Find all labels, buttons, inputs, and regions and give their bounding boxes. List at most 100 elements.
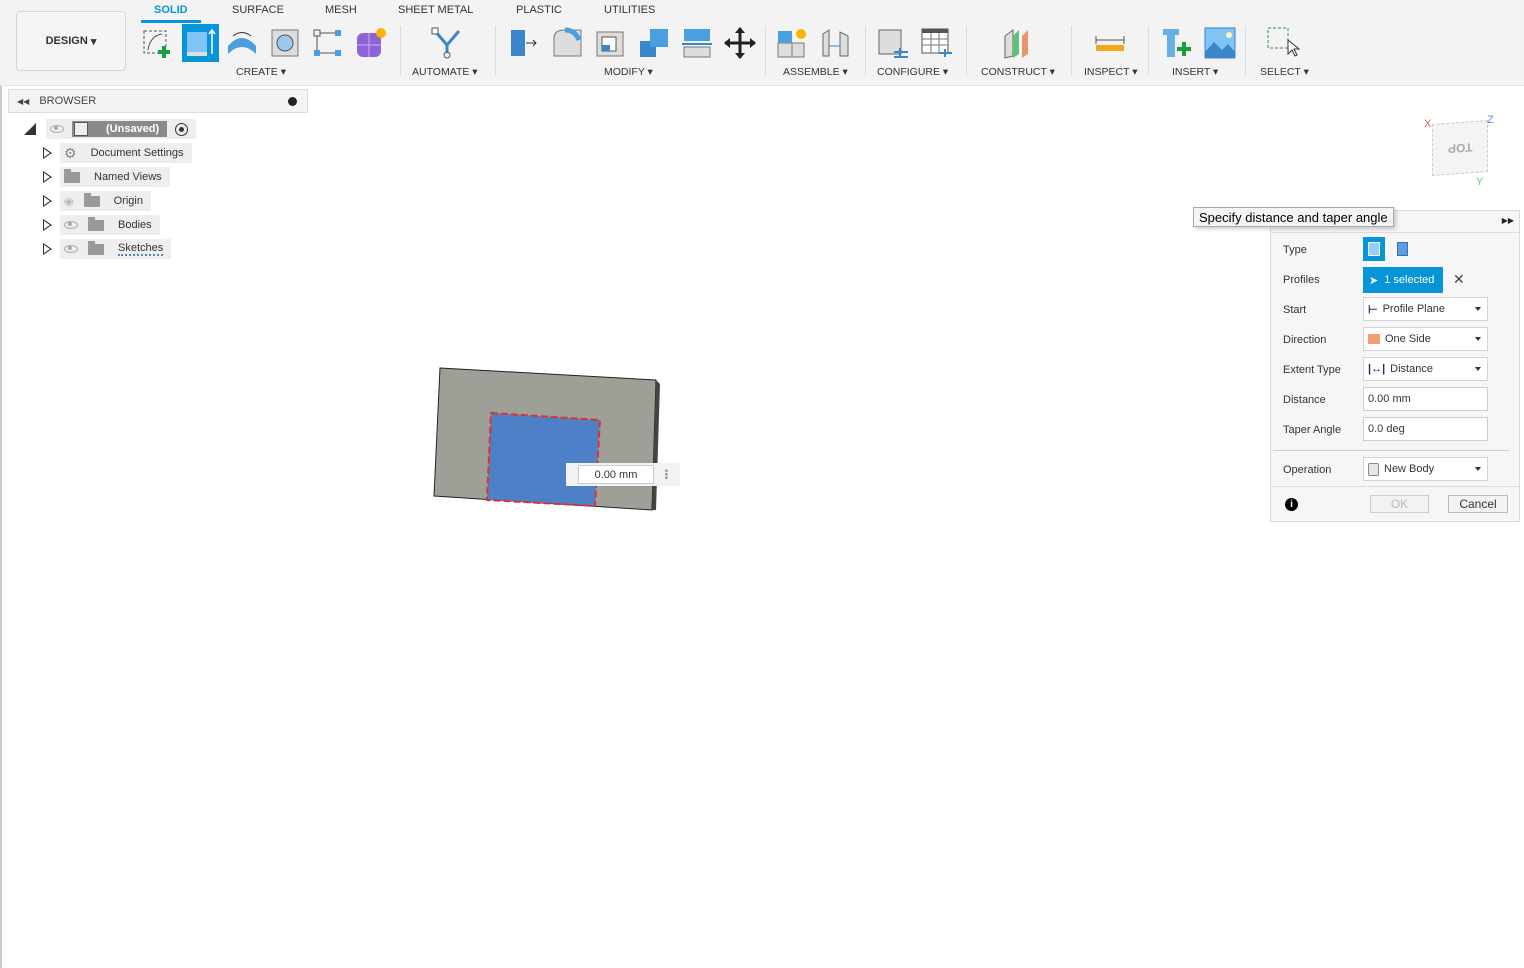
profiles-selection-button[interactable]: ➤ 1 selected — [1363, 267, 1443, 293]
tab-surface[interactable]: SURFACE — [232, 4, 284, 16]
split-body-icon[interactable] — [680, 26, 714, 60]
expand-triangle-icon[interactable] — [43, 243, 52, 255]
tree-item-named-views[interactable]: Named Views — [43, 167, 170, 187]
fillet-icon[interactable] — [551, 26, 585, 60]
expand-dialog-icon[interactable]: ▶▶ — [1502, 216, 1514, 225]
divider — [865, 26, 866, 76]
info-icon[interactable]: i — [1285, 498, 1298, 511]
create-form-icon[interactable] — [354, 26, 388, 60]
profile-plane-icon: ⊢ — [1368, 303, 1378, 316]
ok-button[interactable]: OK — [1370, 495, 1429, 513]
move-icon[interactable] — [723, 26, 757, 60]
extrude-button[interactable] — [182, 24, 219, 62]
configure-icon[interactable] — [876, 26, 910, 60]
collapse-triangle-icon[interactable] — [24, 123, 36, 135]
expand-triangle-icon[interactable] — [43, 171, 52, 183]
distance-manipulator-input[interactable]: 0.00 mm — [578, 465, 654, 484]
distance-extent-icon: |↔| — [1368, 363, 1386, 375]
tab-plastic[interactable]: PLASTIC — [516, 4, 562, 16]
chevron-down-icon — [1475, 337, 1481, 341]
start-dropdown[interactable]: ⊢ Profile Plane — [1363, 297, 1488, 321]
left-edge-border — [0, 86, 2, 968]
tree-root[interactable]: (Unsaved) — [24, 119, 197, 139]
cancel-button[interactable]: Cancel — [1448, 495, 1508, 513]
insert-menu[interactable]: INSERT ▾ — [1172, 66, 1218, 78]
automate-menu[interactable]: AUTOMATE ▾ — [412, 66, 478, 78]
extrude-icon — [187, 28, 216, 56]
browser-header: ◀◀ BROWSER — [8, 89, 308, 113]
visibility-eye-icon[interactable] — [64, 245, 78, 253]
expand-triangle-icon[interactable] — [43, 219, 52, 231]
chevron-down-icon — [1475, 467, 1481, 471]
tab-mesh[interactable]: MESH — [325, 4, 357, 16]
tree-item-origin[interactable]: ◉ Origin — [43, 191, 151, 211]
configure-menu[interactable]: CONFIGURE ▾ — [877, 66, 948, 78]
cursor-icon: ➤ — [1369, 274, 1379, 287]
component-icon — [74, 122, 88, 136]
extent-type-dropdown[interactable]: |↔| Distance — [1363, 357, 1488, 381]
divider — [765, 26, 766, 76]
model-body[interactable] — [430, 364, 670, 514]
type-solid-button[interactable] — [1363, 237, 1385, 261]
distance-input[interactable]: 0.00 mm — [1363, 387, 1488, 411]
visibility-eye-icon[interactable] — [64, 221, 78, 229]
pattern-icon[interactable] — [311, 26, 345, 60]
tree-item-bodies[interactable]: Bodies — [43, 215, 160, 235]
tab-sheet-metal[interactable]: SHEET METAL — [398, 4, 473, 16]
inspect-menu[interactable]: INSPECT ▾ — [1084, 66, 1138, 78]
taper-angle-input[interactable]: 0.0 deg — [1363, 417, 1488, 441]
clear-selection-icon[interactable]: ✕ — [1453, 271, 1465, 288]
shell-icon[interactable] — [594, 26, 628, 60]
select-icon[interactable] — [1266, 26, 1300, 60]
tooltip: Specify distance and taper angle — [1193, 207, 1394, 227]
joint-icon[interactable] — [818, 26, 852, 60]
insert-mcmaster-icon[interactable] — [1160, 26, 1194, 60]
divider — [1273, 450, 1509, 451]
modify-menu[interactable]: MODIFY ▾ — [604, 66, 653, 78]
divider — [495, 26, 496, 76]
distance-manipulator[interactable]: 0.00 mm ••• — [566, 463, 680, 486]
selected-profile[interactable] — [485, 411, 602, 508]
expand-triangle-icon[interactable] — [43, 195, 52, 207]
expand-triangle-icon[interactable] — [43, 147, 52, 159]
collapse-browser-icon[interactable]: ◀◀ — [17, 97, 29, 106]
tree-item-document-settings[interactable]: ⚙ Document Settings — [43, 143, 192, 163]
one-side-icon — [1368, 334, 1380, 344]
hole-icon[interactable] — [268, 26, 302, 60]
design-workspace-button[interactable]: DESIGN ▾ — [16, 11, 126, 71]
divider — [400, 26, 401, 76]
new-component-icon[interactable] — [775, 26, 809, 60]
activate-radio-icon[interactable] — [175, 122, 189, 136]
assemble-menu[interactable]: ASSEMBLE ▾ — [783, 66, 848, 78]
construct-plane-icon[interactable] — [1002, 26, 1036, 60]
folder-icon — [88, 240, 104, 255]
active-tab-indicator — [141, 20, 201, 23]
construct-menu[interactable]: CONSTRUCT ▾ — [981, 66, 1055, 78]
toolbar: DESIGN ▾ SOLID SURFACE MESH SHEET METAL … — [0, 0, 1524, 86]
divider — [1071, 26, 1072, 76]
divider — [1245, 26, 1246, 76]
root-component-label[interactable]: (Unsaved) — [106, 123, 159, 135]
configuration-table-icon[interactable] — [919, 26, 953, 60]
insert-canvas-icon[interactable] — [1203, 26, 1237, 60]
hidden-eye-icon[interactable]: ◉ — [64, 195, 74, 208]
automate-icon[interactable] — [430, 26, 464, 60]
revolve-icon[interactable] — [225, 26, 259, 60]
select-menu[interactable]: SELECT ▾ — [1260, 66, 1309, 78]
visibility-eye-icon[interactable] — [50, 125, 64, 133]
direction-dropdown[interactable]: One Side — [1363, 327, 1488, 351]
press-pull-icon[interactable] — [508, 26, 542, 60]
combine-icon[interactable] — [637, 26, 671, 60]
tab-solid[interactable]: SOLID — [154, 4, 188, 16]
viewcube-face-top[interactable]: TOP — [1448, 140, 1472, 156]
tree-item-sketches[interactable]: Sketches — [43, 239, 172, 259]
tab-utilities[interactable]: UTILITIES — [604, 4, 655, 16]
measure-icon[interactable] — [1093, 26, 1127, 60]
operation-dropdown[interactable]: New Body — [1363, 457, 1488, 481]
browser-pin-icon[interactable] — [288, 96, 297, 106]
create-sketch-icon[interactable] — [140, 26, 174, 60]
type-thin-button[interactable] — [1393, 240, 1411, 258]
viewcube[interactable]: TOP — [1432, 120, 1488, 176]
more-options-icon[interactable]: ••• — [660, 469, 671, 480]
create-menu[interactable]: CREATE ▾ — [236, 66, 286, 78]
